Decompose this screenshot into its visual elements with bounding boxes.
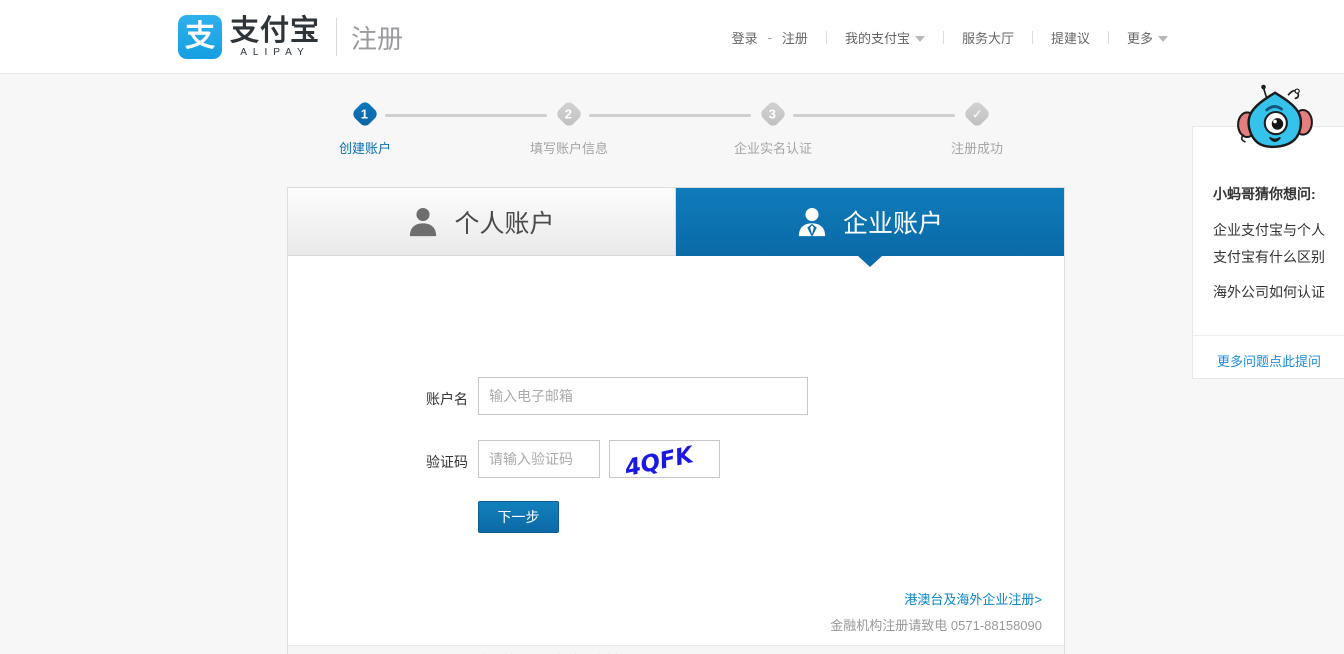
nav-my-alipay[interactable]: 我的支付宝 [839, 28, 931, 47]
business-person-icon [797, 206, 827, 238]
caret-down-icon [914, 36, 925, 43]
helper-divider [1193, 335, 1344, 336]
nav-separator [1031, 30, 1033, 44]
step-1-label: 创建账户 [338, 141, 391, 156]
nav-dash: - [767, 29, 772, 45]
alipay-logo[interactable]: 支 支付宝 ALIPAY 注册 [178, 15, 403, 59]
helper-title: 小蚂哥猜你想问: [1213, 186, 1316, 202]
account-name-input[interactable] [478, 377, 808, 415]
accordion-question: 注册前需要准备什么资料? [476, 650, 644, 654]
step-connector [385, 114, 547, 117]
nav-more[interactable]: 更多 [1121, 28, 1174, 47]
nav-separator [942, 30, 944, 44]
tab-enterprise-account[interactable]: 企业账户 [676, 188, 1064, 267]
logo-divider [336, 18, 338, 56]
finance-register-note: 金融机构注册请致电 0571-88158090 [830, 618, 1042, 633]
step-connector [793, 114, 955, 117]
registration-card: 个人账户 企业账户 账户名 验证码 4QFK 下一步 [287, 187, 1065, 654]
step-verify: 3 企业实名认证 [703, 99, 843, 157]
step-success: ✓ 注册成功 [907, 99, 1047, 157]
account-name-label: 账户名 [426, 391, 468, 407]
step-2-label: 填写账户信息 [529, 141, 608, 156]
tab-enterprise-label: 企业账户 [842, 210, 943, 238]
active-tab-pointer [858, 256, 882, 267]
alipay-logo-icon: 支 [178, 15, 222, 59]
more-questions-link[interactable]: 更多问题点此提问 [1193, 351, 1344, 370]
nav-suggest[interactable]: 提建议 [1045, 28, 1096, 47]
step-fill-info: 2 填写账户信息 [499, 99, 639, 157]
brand-name-en: ALIPAY [240, 47, 310, 58]
step-connector [589, 114, 751, 117]
tab-personal-label: 个人账户 [454, 209, 555, 238]
captcha-label: 验证码 [426, 454, 468, 470]
step-3-marker: 3 [758, 99, 788, 129]
top-nav: 登录 - 注册 我的支付宝 服务大厅 提建议 更多 [726, 0, 1174, 74]
next-step-button[interactable]: 下一步 [478, 501, 559, 533]
step-4-marker check-icon: ✓ [962, 99, 992, 129]
person-icon [408, 206, 438, 238]
helper-question-2[interactable]: 海外公司如何认证 [1213, 282, 1325, 302]
mascot-icon [1234, 82, 1316, 161]
captcha-image[interactable]: 4QFK [609, 440, 720, 482]
brand-wordmark: 支付宝 ALIPAY [230, 16, 320, 58]
brand-name: 支付宝 [230, 15, 321, 47]
account-type-tabs: 个人账户 企业账户 [288, 188, 1064, 267]
nav-separator [1107, 30, 1109, 44]
captcha-input[interactable] [478, 440, 600, 478]
caret-down-icon [1158, 36, 1168, 43]
helper-question-1[interactable]: 企业支付宝与个人 支付宝有什么区别 [1213, 217, 1325, 271]
step-create-account: 1 创建账户 [295, 99, 435, 157]
nav-separator [825, 30, 827, 44]
prep-materials-accordion[interactable]: 注册前需要准备什么资料? [288, 645, 1064, 654]
header: 支 支付宝 ALIPAY 注册 登录 - 注册 我的支付宝 服务大厅 提建议 更… [0, 0, 1344, 74]
page-title: 注册 [351, 23, 404, 54]
captcha-text: 4QFK [622, 442, 698, 477]
finance-phone: 0571-88158090 [950, 618, 1042, 633]
nav-service-hall[interactable]: 服务大厅 [956, 28, 1020, 47]
step-3-label: 企业实名认证 [733, 141, 812, 156]
step-4-label: 注册成功 [950, 141, 1003, 156]
nav-register[interactable]: 注册 [776, 28, 814, 47]
step-1-marker: 1 [350, 99, 380, 129]
step-2-marker: 2 [554, 99, 584, 129]
overseas-register-link[interactable]: 港澳台及海外企业注册> [904, 589, 1042, 608]
tab-personal-account[interactable]: 个人账户 [288, 188, 676, 256]
nav-login[interactable]: 登录 [726, 28, 764, 47]
helper-panel: 小蚂哥猜你想问: 企业支付宝与个人 支付宝有什么区别 海外公司如何认证 更多问题… [1192, 126, 1344, 379]
